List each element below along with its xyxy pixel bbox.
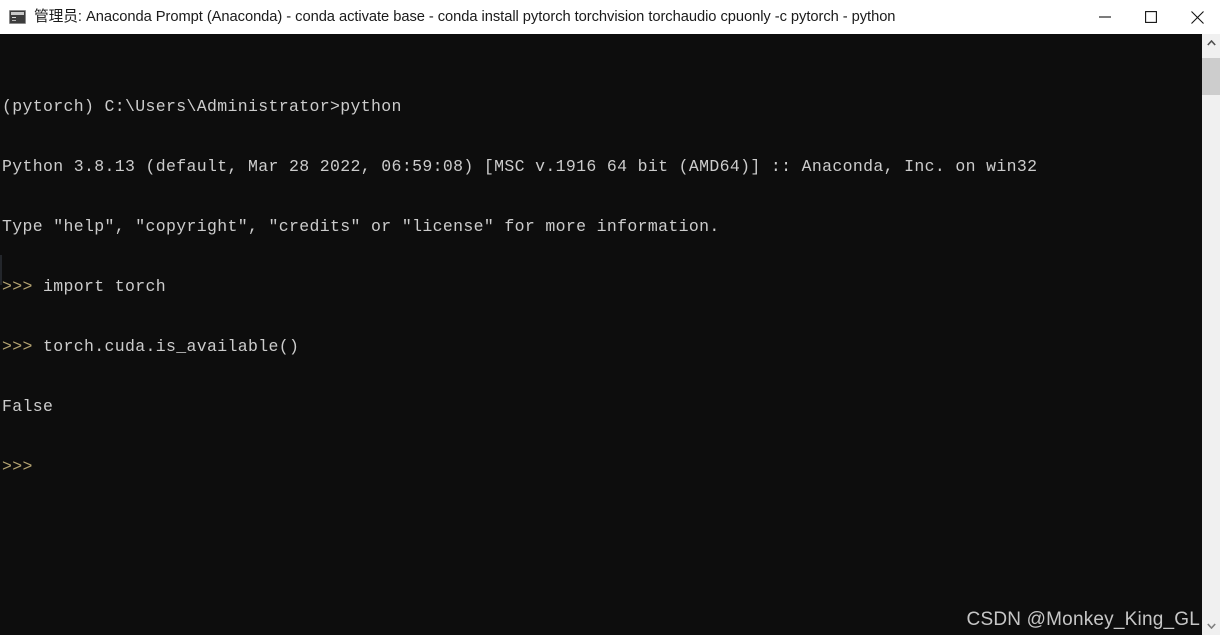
maximize-icon bbox=[1145, 11, 1157, 23]
watermark-label: CSDN @Monkey_King_GL bbox=[966, 609, 1200, 630]
console-line-text: torch.cuda.is_available() bbox=[43, 337, 300, 356]
vertical-scrollbar[interactable] bbox=[1202, 34, 1220, 635]
window-title: 管理员: Anaconda Prompt (Anaconda) - conda … bbox=[34, 9, 896, 25]
console-line-text: import torch bbox=[43, 277, 167, 296]
console-line: Type "help", "copyright", "credits" or "… bbox=[2, 217, 1037, 237]
console-line-prompt: >>> bbox=[2, 277, 44, 296]
console-line-text: (pytorch) C:\Users\Administrator>python bbox=[2, 97, 402, 116]
console-line: (pytorch) C:\Users\Administrator>python bbox=[2, 97, 1037, 117]
console-line-text: Python 3.8.13 (default, Mar 28 2022, 06:… bbox=[2, 157, 1038, 176]
window-controls bbox=[1082, 0, 1220, 34]
console-line: False bbox=[2, 397, 1037, 417]
console-text: (pytorch) C:\Users\Administrator>python … bbox=[2, 57, 1037, 517]
console-line: Python 3.8.13 (default, Mar 28 2022, 06:… bbox=[2, 157, 1037, 177]
console-line: >>> torch.cuda.is_available() bbox=[2, 337, 1037, 357]
console-line-prompt: >>> bbox=[2, 337, 44, 356]
scroll-down-button[interactable] bbox=[1202, 617, 1220, 635]
minimize-button[interactable] bbox=[1082, 0, 1128, 34]
console-line: >>> bbox=[2, 457, 1037, 477]
close-button[interactable] bbox=[1174, 0, 1220, 34]
scroll-up-button[interactable] bbox=[1202, 34, 1220, 52]
console-app-icon bbox=[9, 10, 26, 24]
scrollbar-thumb[interactable] bbox=[1202, 58, 1220, 95]
chevron-down-icon bbox=[1206, 623, 1216, 629]
edge-artifact bbox=[0, 255, 2, 285]
maximize-button[interactable] bbox=[1128, 0, 1174, 34]
console-line: >>> import torch bbox=[2, 277, 1037, 297]
console-line-text: False bbox=[2, 397, 54, 416]
close-icon bbox=[1190, 10, 1204, 24]
terminal-output-area[interactable]: (pytorch) C:\Users\Administrator>python … bbox=[0, 34, 1202, 635]
console-line-prompt: >>> bbox=[2, 457, 33, 476]
minimize-icon bbox=[1099, 16, 1111, 18]
title-bar[interactable]: 管理员: Anaconda Prompt (Anaconda) - conda … bbox=[0, 0, 1220, 34]
chevron-up-icon bbox=[1206, 40, 1216, 46]
console-line-text: Type "help", "copyright", "credits" or "… bbox=[2, 217, 720, 236]
console-window: 管理员: Anaconda Prompt (Anaconda) - conda … bbox=[0, 0, 1220, 635]
